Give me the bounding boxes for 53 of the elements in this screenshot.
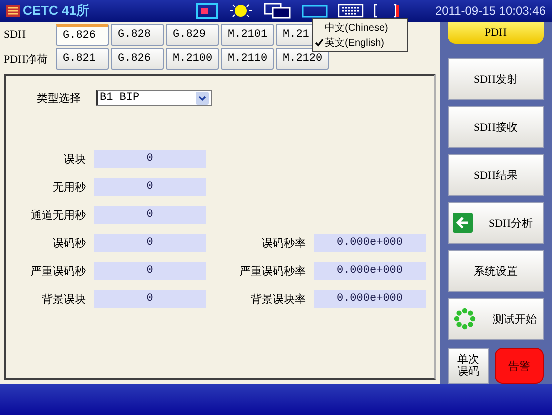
standard-tab[interactable]: M.2110 (221, 48, 274, 70)
value-field: 0 (94, 178, 206, 196)
caret-icon (196, 92, 209, 104)
field-label: 类型选择 (36, 92, 81, 106)
side-button[interactable]: SDH发射 (448, 58, 544, 100)
standard-tab[interactable]: G.826 (111, 48, 164, 70)
row-label: SDH (4, 29, 28, 41)
side-button[interactable]: SDH接收 (448, 106, 544, 148)
value-field: 0.000e+000 (314, 234, 426, 252)
display-icon[interactable] (196, 3, 218, 19)
value-field: 0.000e+000 (314, 290, 426, 308)
field-label: 通道无用秒 (30, 208, 86, 222)
pdh-button[interactable]: PDH (448, 22, 544, 44)
standard-tab[interactable]: G.826 (56, 24, 109, 46)
value-field: 0 (94, 206, 206, 224)
standard-tab[interactable]: M.2100 (166, 48, 219, 70)
standard-tab[interactable]: G.828 (111, 24, 164, 46)
sun-icon[interactable] (228, 2, 254, 20)
field-label: 误码秒 (52, 236, 86, 250)
logo-text: CETC 41所 (23, 2, 90, 20)
value-field: 0 (94, 290, 206, 308)
windows-icon[interactable] (264, 3, 292, 19)
value-field: 0.000e+000 (314, 262, 426, 280)
logo-icon (6, 5, 20, 17)
alarm-button[interactable]: 告警 (495, 348, 544, 384)
row-label: PDH净荷 (4, 52, 50, 66)
battery-icon (374, 4, 400, 18)
side-button[interactable]: SDH结果 (448, 154, 544, 196)
standard-tab[interactable]: M.2120 (276, 48, 329, 70)
single-error-button[interactable]: 单次误码 (448, 348, 489, 384)
field-label: 无用秒 (52, 180, 86, 194)
field-label: 背景误块率 (250, 292, 306, 306)
side-button[interactable]: 系统设置 (448, 250, 544, 292)
value-field: 0 (94, 234, 206, 252)
date-time: 2011-09-15 10:03:46 (435, 4, 546, 18)
value-field: 0 (94, 150, 206, 168)
field-label: 背景误块 (41, 292, 86, 306)
standard-tab[interactable]: G.829 (166, 24, 219, 46)
standard-tab[interactable]: M.2101 (221, 24, 274, 46)
value-field: 0 (94, 262, 206, 280)
keyboard-icon[interactable] (338, 4, 364, 18)
type-dropdown[interactable]: B1 BIP (96, 90, 212, 106)
screen-icon[interactable] (302, 4, 328, 18)
side-button[interactable]: 测试开始 (448, 298, 544, 340)
check-icon (314, 38, 324, 47)
side-button[interactable]: SDH分析 (448, 202, 544, 244)
field-label: 误码秒率 (261, 236, 306, 250)
dropdown-value: B1 BIP (100, 92, 140, 104)
field-label: 误块 (63, 152, 86, 166)
field-label: 严重误码秒 (30, 264, 86, 278)
field-label: 严重误码秒率 (239, 264, 306, 278)
spinner-icon (453, 307, 477, 331)
standard-tab[interactable]: G.821 (56, 48, 109, 70)
